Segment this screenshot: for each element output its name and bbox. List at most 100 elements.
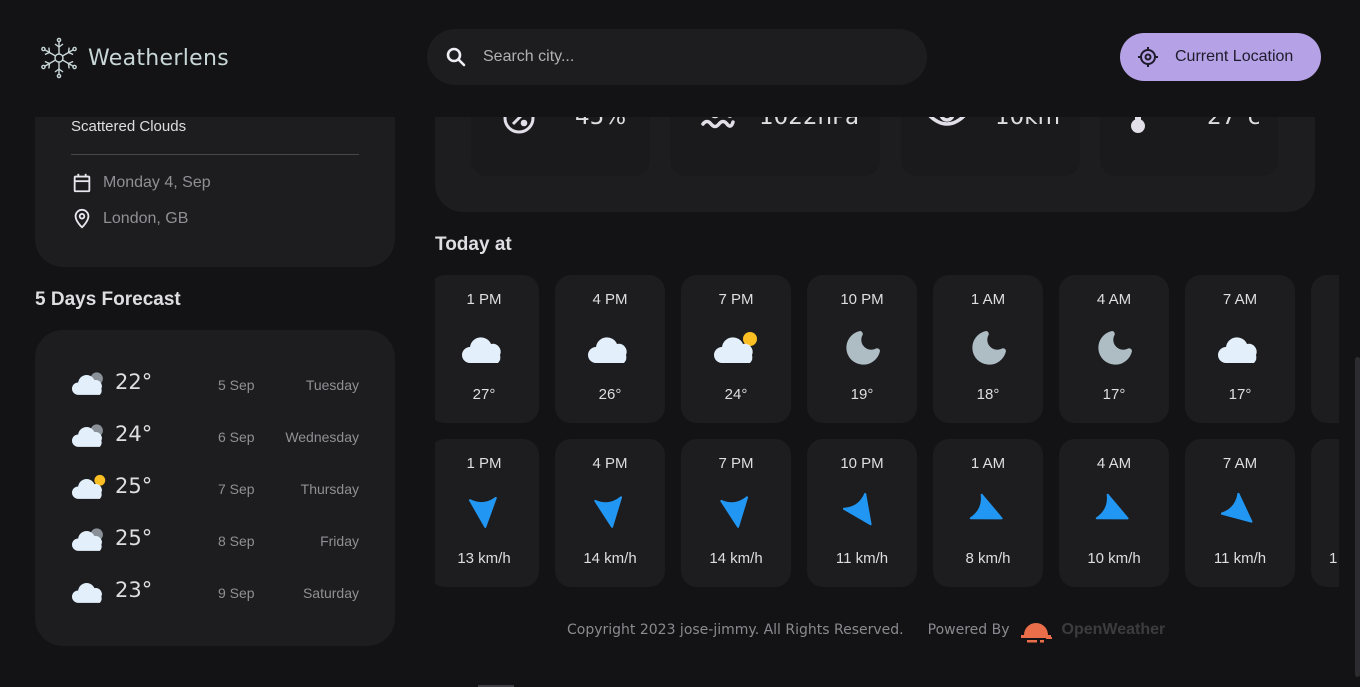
- forecast-day: Friday: [320, 533, 359, 549]
- hourly-time: 1 PM: [466, 455, 502, 472]
- wind-speed: 13 km/h: [457, 550, 511, 567]
- hourly-wind-card: 1 AM 8 km/h: [933, 439, 1043, 587]
- vertical-scrollbar[interactable]: [1355, 357, 1360, 677]
- hourly-temp: 27°: [472, 386, 496, 403]
- current-location: London, GB: [103, 210, 189, 227]
- hourly-temp: 19°: [850, 386, 874, 403]
- current-location-label: Current Location: [1175, 48, 1294, 65]
- forecast-temp: 22°: [115, 370, 153, 394]
- wind-direction-icon: [1221, 493, 1253, 523]
- forecast-day: Thursday: [300, 481, 359, 497]
- hourly-temp-card: 4 PM 26°: [555, 275, 665, 423]
- hourly-time: 7 PM: [718, 291, 754, 308]
- wind-direction-icon: [969, 493, 1003, 520]
- forecast-date: 5 Sep: [218, 377, 255, 393]
- openweather-link[interactable]: Powered By OpenWeather: [928, 615, 1166, 645]
- forecast-date: 6 Sep: [218, 429, 255, 445]
- wind-speed: 1: [1329, 550, 1338, 567]
- hourly-time: 7 AM: [1222, 455, 1258, 472]
- wind-speed: 14 km/h: [583, 550, 637, 567]
- forecast-temp: 25°: [115, 474, 153, 498]
- hourly-temp-card: [1311, 275, 1339, 423]
- hourly-temp: 17°: [1228, 386, 1252, 403]
- wind-speed: 8 km/h: [965, 550, 1011, 567]
- current-location-row: London, GB: [71, 208, 188, 230]
- forecast-temp: 24°: [115, 422, 153, 446]
- app-name: Weatherlens: [88, 45, 229, 71]
- divider: [71, 154, 359, 155]
- hourly-temp-card: 1 PM 27°: [435, 275, 539, 423]
- search-input[interactable]: [483, 48, 883, 66]
- moon-icon: [972, 331, 1006, 365]
- hourly-temp: 18°: [976, 386, 1000, 403]
- forecast-row: 24° 6 Sep Wednesday: [35, 414, 395, 466]
- search-icon: [446, 47, 466, 67]
- forecast-date: 9 Sep: [218, 585, 255, 601]
- forecast-title: 5 Days Forecast: [35, 289, 181, 310]
- hourly-time: 4 PM: [592, 455, 628, 472]
- hourly-temp-slider[interactable]: 1 PM 27° 4 PM 26° 7 PM 24° 10 PM 19° 1 AM 18° 4 AM…: [435, 275, 1339, 423]
- forecast-day: Tuesday: [305, 377, 359, 393]
- hourly-time: 1 PM: [466, 291, 502, 308]
- wind-direction-icon: [594, 496, 623, 528]
- forecast-card: 22° 5 Sep Tuesday 24° 6 Sep Wednesday 25° 7 Sep…: [35, 330, 395, 646]
- location-pin-icon: [74, 208, 90, 229]
- current-condition: Scattered Clouds: [71, 118, 187, 135]
- cloud-icon: [72, 583, 102, 603]
- hourly-temp-card: 1 AM 18°: [933, 275, 1043, 423]
- forecast-row: 25° 7 Sep Thursday: [35, 466, 395, 518]
- hourly-temp-card: 7 PM 24°: [681, 275, 791, 423]
- hourly-time: 10 PM: [840, 455, 884, 472]
- hourly-time: 4 AM: [1096, 455, 1132, 472]
- wind-direction-icon: [843, 493, 872, 526]
- hourly-temp-card: 7 AM 17°: [1185, 275, 1295, 423]
- hourly-time: 7 AM: [1222, 291, 1258, 308]
- moon-icon: [846, 331, 880, 365]
- copyright-text: Copyright 2023 jose-jimmy. All Rights Re…: [567, 622, 904, 638]
- hourly-time: 4 AM: [1096, 291, 1132, 308]
- forecast-temp: 23°: [115, 578, 153, 602]
- forecast-row: 23° 9 Sep Saturday: [35, 570, 395, 622]
- wind-speed: 10 km/h: [1087, 550, 1141, 567]
- hourly-wind-card: 4 PM 14 km/h: [555, 439, 665, 587]
- openweather-text: OpenWeather: [1061, 621, 1166, 638]
- few-clouds-day-icon: [72, 474, 106, 499]
- hourly-time: 1 AM: [970, 291, 1006, 308]
- hourly-temp-card: 4 AM 17°: [1059, 275, 1169, 423]
- snowflake-icon: [39, 37, 79, 79]
- weather-dashboard: Scattered Clouds Monday 4, Sep London, G…: [0, 0, 1360, 687]
- wind-speed: 11 km/h: [835, 550, 889, 567]
- wind-direction-icon: [720, 496, 749, 528]
- calendar-icon: [73, 173, 91, 193]
- forecast-temp: 25°: [115, 526, 153, 550]
- footer: Copyright 2023 jose-jimmy. All Rights Re…: [567, 615, 1165, 645]
- openweather-logo-icon: [1020, 623, 1052, 643]
- forecast-day: Saturday: [302, 585, 359, 601]
- few-clouds-day-icon: [714, 332, 757, 363]
- hourly-wind-card: 7 AM 11 km/h: [1185, 439, 1295, 587]
- hourly-wind-card: 10 PM 11 km/h: [807, 439, 917, 587]
- wind-direction-icon: [468, 496, 497, 528]
- hourly-time: 1 AM: [970, 455, 1006, 472]
- hourly-wind-card: 1 PM 13 km/h: [435, 439, 539, 587]
- wind-speed: 14 km/h: [709, 550, 763, 567]
- cloud-icon: [1218, 337, 1257, 363]
- app-logo[interactable]: Weatherlens: [38, 37, 229, 79]
- hourly-temp: 17°: [1102, 386, 1126, 403]
- wind-direction-icon: [1095, 493, 1129, 520]
- hourly-time: 4 PM: [592, 291, 628, 308]
- crosshair-icon: [1138, 47, 1158, 67]
- hourly-wind-slider[interactable]: 1 PM 13 km/h 4 PM 14 km/h 7 PM 14 km/h 10 PM 11…: [435, 439, 1339, 587]
- broken-clouds-icon: [72, 528, 103, 551]
- hourly-wind-card: 7 PM 14 km/h: [681, 439, 791, 587]
- search-bar[interactable]: [427, 29, 927, 85]
- current-date-row: Monday 4, Sep: [71, 172, 211, 194]
- cloud-icon: [462, 337, 501, 363]
- current-date: Monday 4, Sep: [103, 174, 211, 191]
- current-location-button[interactable]: Current Location: [1120, 33, 1321, 81]
- moon-icon: [1098, 331, 1132, 365]
- forecast-day: Wednesday: [285, 429, 359, 445]
- forecast-row: 25° 8 Sep Friday: [35, 518, 395, 570]
- forecast-date: 8 Sep: [218, 533, 255, 549]
- hourly-temp: 24°: [724, 386, 748, 403]
